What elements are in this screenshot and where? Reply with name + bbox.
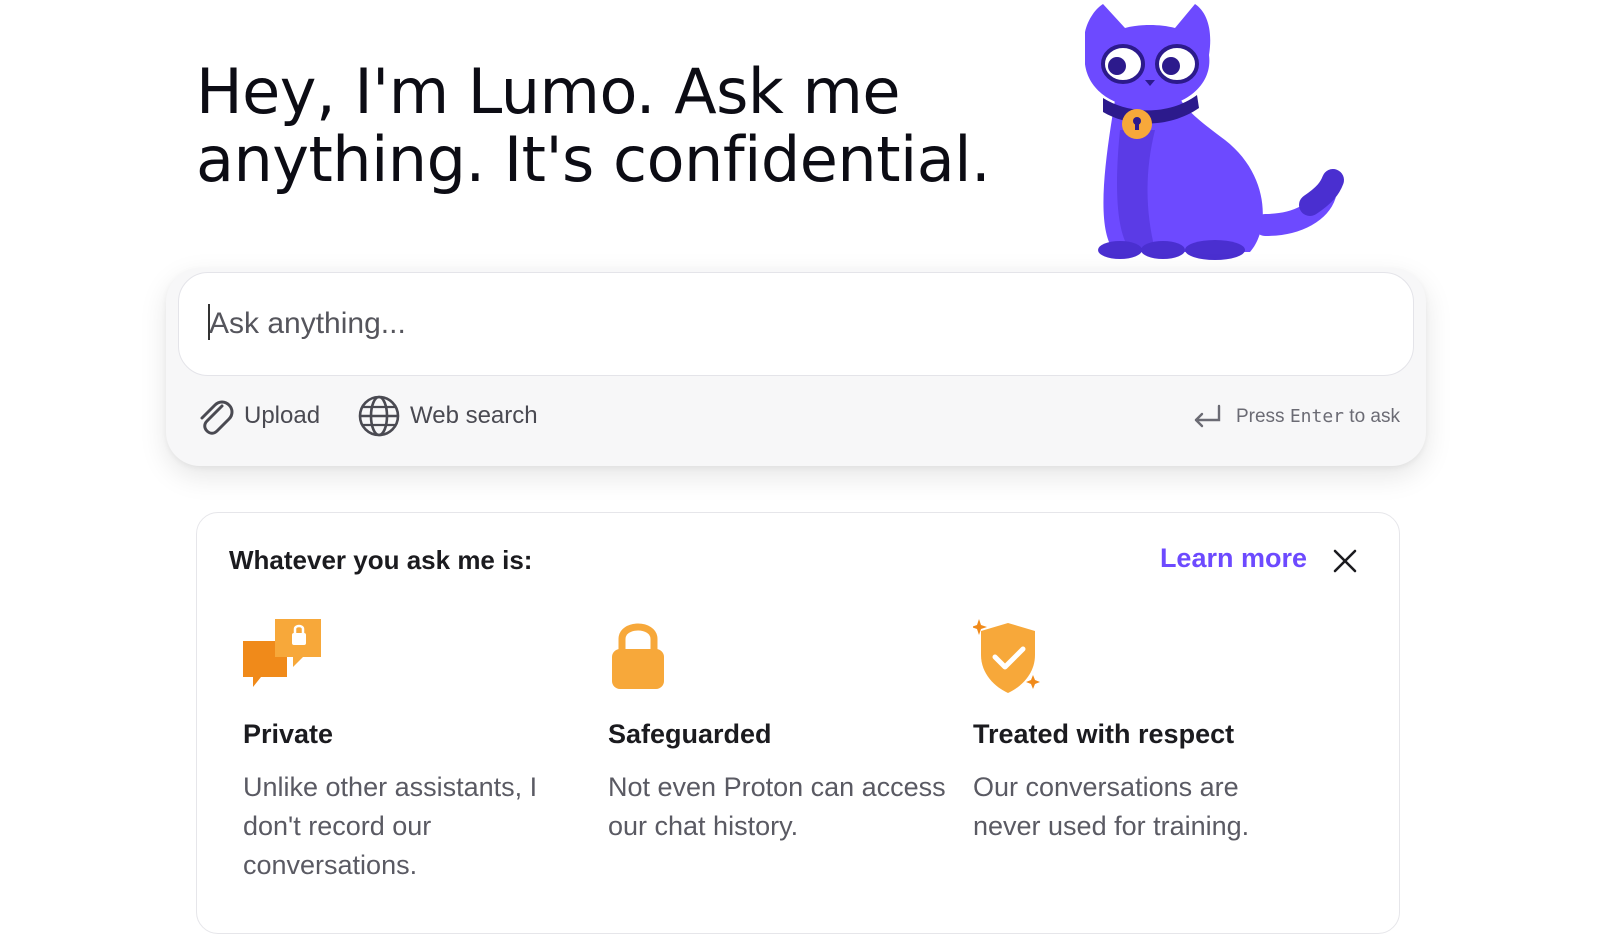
globe-icon [358,395,400,437]
close-icon[interactable] [1331,547,1359,575]
lock-icon [612,623,664,689]
feature-title: Treated with respect [973,719,1235,749]
text-caret [208,304,210,340]
upload-button[interactable]: Upload [196,392,320,440]
enter-hint-suffix: to ask [1349,406,1400,427]
feature-respect: Treated with respect Our conversations a… [971,619,1313,846]
learn-more-link[interactable]: Learn more [1160,543,1307,574]
upload-label: Upload [244,402,321,429]
feature-description: Unlike other assistants, I don't record … [243,772,538,880]
enter-key-icon [1194,404,1221,428]
enter-key-label: Enter [1289,406,1345,427]
feature-description: Our conversations are never used for tra… [973,772,1250,841]
ask-input[interactable] [209,301,1369,347]
feature-title: Private [243,719,334,749]
cat-mascot-icon [1085,4,1344,260]
feature-description: Not even Proton can access our chat hist… [608,772,946,841]
feature-safeguarded: Safeguarded Not even Proton can access o… [608,619,948,846]
feature-title: Safeguarded [608,719,772,749]
paperclip-icon [200,400,234,435]
card-heading: Whatever you ask me is: [229,545,533,575]
enter-hint-prefix: Press [1235,406,1285,427]
chat-composer [166,268,1426,466]
shield-check-icon [971,619,1040,693]
web-search-label: Web search [410,402,538,429]
hero-title: Hey, I'm Lumo. Ask me anything. It's con… [196,55,991,196]
enter-hint: Press Enter to ask [1192,404,1400,430]
web-search-button[interactable]: Web search [358,392,538,440]
feature-private: Private Unlike other assistants, I don't… [243,619,583,885]
ask-input-box[interactable] [178,272,1414,376]
privacy-info-card: Whatever you ask me is: Learn more Priva… [196,512,1400,934]
private-chat-icon [243,619,321,687]
